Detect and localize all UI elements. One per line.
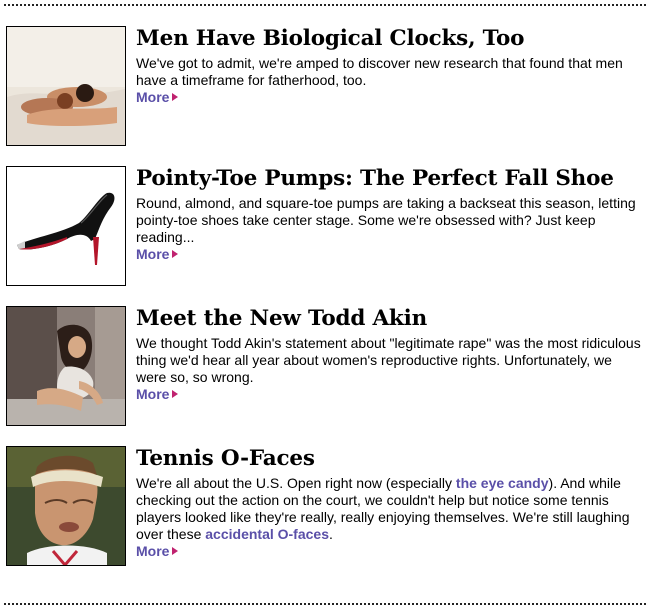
description-text: .: [329, 526, 333, 542]
story-description: Round, almond, and square-toe pumps are …: [136, 195, 636, 245]
story-item: Meet the New Todd Akin We thought Todd A…: [6, 306, 641, 428]
story-title[interactable]: Men Have Biological Clocks, Too: [136, 26, 641, 52]
story-item: Tennis O-Faces We're all about the U.S. …: [6, 446, 636, 568]
triangle-right-icon: [172, 390, 179, 398]
story-item: Pointy-Toe Pumps: The Perfect Fall Shoe …: [6, 166, 636, 288]
triangle-right-icon: [172, 250, 179, 258]
more-link[interactable]: More: [136, 89, 179, 106]
story-title[interactable]: Meet the New Todd Akin: [136, 306, 641, 332]
story-thumbnail-couple-in-bed[interactable]: [6, 26, 126, 146]
story-description: We thought Todd Akin's statement about "…: [136, 335, 641, 385]
more-label: More: [136, 89, 170, 105]
more-link[interactable]: More: [136, 246, 179, 263]
more-link[interactable]: More: [136, 543, 179, 560]
description-text: We're all about the U.S. Open right now …: [136, 475, 456, 491]
story-thumbnail-tennis-player[interactable]: [6, 446, 126, 566]
more-link[interactable]: More: [136, 386, 179, 403]
story-thumbnail-woman-sitting[interactable]: [6, 306, 126, 426]
story-thumbnail-pointy-pump[interactable]: [6, 166, 126, 286]
eye-candy-link[interactable]: the eye candy: [456, 475, 549, 491]
triangle-right-icon: [172, 547, 179, 555]
story-title[interactable]: Tennis O-Faces: [136, 446, 641, 472]
story-description: We've got to admit, we're amped to disco…: [136, 55, 623, 88]
bottom-dotted-divider: [4, 603, 646, 605]
more-label: More: [136, 386, 170, 402]
triangle-right-icon: [172, 93, 179, 101]
top-dotted-divider: [4, 4, 646, 6]
more-label: More: [136, 543, 170, 559]
story-item: Men Have Biological Clocks, Too We've go…: [6, 26, 636, 148]
accidental-o-faces-link[interactable]: accidental O-faces: [205, 526, 329, 542]
story-title[interactable]: Pointy-Toe Pumps: The Perfect Fall Shoe: [136, 166, 641, 192]
story-description: We're all about the U.S. Open right now …: [136, 475, 641, 543]
more-label: More: [136, 246, 170, 262]
